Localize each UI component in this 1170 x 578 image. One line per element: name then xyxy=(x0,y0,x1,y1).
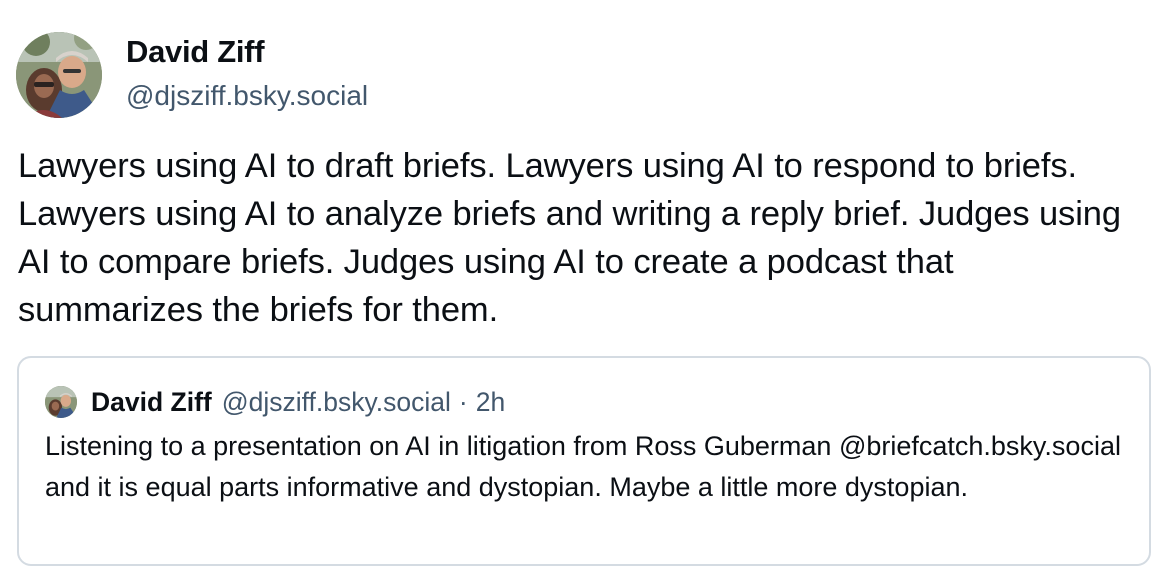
author-handle[interactable]: @djsziff.bsky.social xyxy=(126,80,368,112)
post-text: Lawyers using AI to draft briefs. Lawyer… xyxy=(18,147,1121,329)
quoted-post-text: Listening to a presentation on AI in lit… xyxy=(45,431,1121,502)
quoted-post-timestamp[interactable]: 2h xyxy=(476,387,505,418)
quoted-author-avatar[interactable] xyxy=(45,386,77,418)
quoted-author-display-name[interactable]: David Ziff xyxy=(91,387,212,418)
quoted-post-separator: · xyxy=(458,386,468,417)
author-avatar[interactable] xyxy=(16,32,102,118)
author-display-name[interactable]: David Ziff xyxy=(126,34,265,70)
quoted-author-handle[interactable]: @djsziff.bsky.social xyxy=(222,387,451,418)
quoted-post-card[interactable]: David Ziff @djsziff.bsky.social · 2h Lis… xyxy=(17,356,1151,566)
post: David Ziff @djsziff.bsky.social Lawyers … xyxy=(0,0,1170,578)
quoted-post-header: David Ziff @djsziff.bsky.social · 2h xyxy=(45,384,505,420)
